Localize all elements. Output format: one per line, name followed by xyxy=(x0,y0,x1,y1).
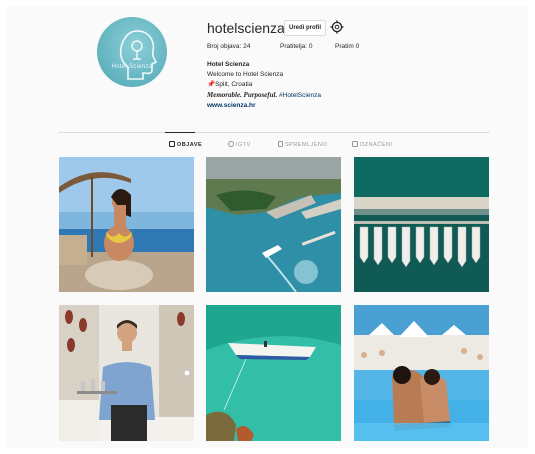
post-thumbnail[interactable] xyxy=(354,305,489,441)
post-thumbnail[interactable] xyxy=(206,157,341,292)
bio-name: Hotel Scienza xyxy=(207,61,250,68)
pushpin-icon: 📌 xyxy=(207,81,216,88)
tab-saved-label: SPREMLJENO xyxy=(285,142,328,148)
gear-icon[interactable] xyxy=(330,20,344,34)
grid-icon xyxy=(169,141,175,147)
post-thumbnail[interactable] xyxy=(59,305,194,441)
profile-username: hotelscienza xyxy=(207,20,285,36)
following-count[interactable]: Pratim 0 xyxy=(335,43,359,50)
tab-igtv-label: IGTV xyxy=(236,142,251,148)
avatar-caption: Hotel Scienza xyxy=(111,64,153,70)
bio-slogan-line: Memorable. Purposeful. #HotelScienza xyxy=(207,90,321,101)
followers-count[interactable]: Pratitelja: 0 xyxy=(280,43,313,50)
post-image-harbor xyxy=(206,157,341,292)
post-image-marina xyxy=(354,157,489,292)
bio-hashtag[interactable]: #HotelScienza xyxy=(279,92,321,99)
post-thumbnail[interactable] xyxy=(354,157,489,292)
tab-posts[interactable]: OBJAVE xyxy=(169,141,202,148)
tab-tagged[interactable]: OZNAČENI xyxy=(352,141,392,148)
post-image-pool xyxy=(354,305,489,441)
post-thumbnail[interactable] xyxy=(206,305,341,441)
profile-bio: Hotel Scienza Welcome to Hotel Scienza 📌… xyxy=(207,60,321,111)
tagged-icon xyxy=(352,141,358,147)
bio-website[interactable]: www.scienza.hr xyxy=(207,101,321,111)
head-logo-icon xyxy=(119,30,158,80)
post-image-waiter xyxy=(59,305,194,441)
tab-igtv[interactable]: IGTV xyxy=(228,141,251,148)
active-tab-indicator xyxy=(165,132,195,133)
edit-profile-button[interactable]: Uredi profil xyxy=(284,20,327,36)
post-image-boat xyxy=(206,305,341,441)
igtv-icon xyxy=(228,141,234,147)
bookmark-icon xyxy=(278,141,283,147)
tab-saved[interactable]: SPREMLJENO xyxy=(278,141,327,148)
tab-tagged-label: OZNAČENI xyxy=(360,142,393,148)
tab-posts-label: OBJAVE xyxy=(177,142,203,148)
profile-avatar[interactable]: Hotel Scienza xyxy=(97,17,167,87)
tabs-divider xyxy=(58,132,490,133)
bio-location-line: 📌Split, Croatia xyxy=(207,80,321,90)
bio-slogan: Memorable. Purposeful. xyxy=(207,91,278,99)
post-thumbnail[interactable] xyxy=(59,157,194,292)
bio-welcome: Welcome to Hotel Scienza xyxy=(207,71,284,78)
bio-location: Split, Croatia xyxy=(215,81,253,88)
post-image-beach-woman xyxy=(59,157,194,292)
posts-count: Broj objava: 24 xyxy=(207,43,251,50)
